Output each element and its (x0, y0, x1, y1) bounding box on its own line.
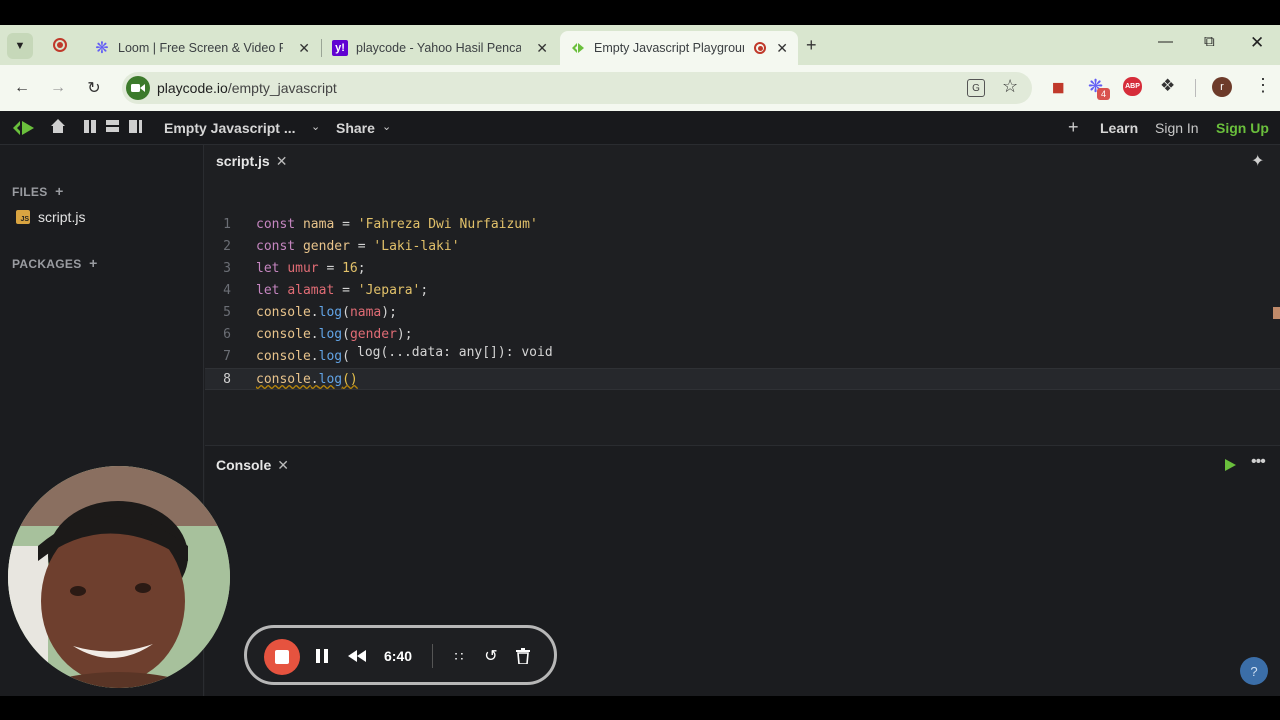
webcam-person-image (8, 466, 230, 688)
grid-dots-icon[interactable]: ∷ (447, 644, 471, 668)
restore-icon[interactable]: ⧉ (1204, 33, 1215, 50)
close-icon[interactable]: ✕ (776, 40, 788, 57)
tab-strip: ▼ ❋ Loom | Free Screen & Video Re ✕ y! p… (0, 25, 1280, 65)
code-text: const gender = 'Laki-laki' (256, 239, 460, 254)
rewind-icon[interactable] (345, 644, 369, 668)
ai-sparkle-icon[interactable]: ✦ (1251, 151, 1264, 171)
code-line: 5 console.log(nama); (205, 302, 1280, 324)
toolbar-divider (1195, 79, 1196, 97)
forward-icon[interactable]: → (47, 77, 69, 99)
recording-time: 6:40 (384, 648, 413, 664)
layout-sidebar-icon[interactable] (129, 120, 142, 133)
sign-up-link[interactable]: Sign Up (1216, 120, 1269, 136)
minimize-icon[interactable]: — (1158, 33, 1173, 50)
chevron-down-icon: ▼ (14, 40, 26, 52)
close-window-icon[interactable]: ✕ (1250, 33, 1264, 53)
loom-icon: ❋ (95, 40, 109, 57)
code-text: console.log( (256, 349, 350, 364)
menu-kebab-icon[interactable]: ⋮ (1254, 75, 1272, 96)
code-line: 1 const nama = 'Fahreza Dwi Nurfaizum' (205, 214, 1280, 236)
close-icon[interactable]: ✕ (298, 40, 310, 57)
tab-playcode[interactable]: Empty Javascript Playgroun ✕ (560, 31, 798, 65)
code-text: let alamat = 'Jepara'; (256, 283, 429, 298)
add-file-icon[interactable]: + (55, 183, 63, 199)
run-play-icon[interactable] (1224, 458, 1237, 477)
editor-tab[interactable]: script.js ✕ (216, 153, 287, 170)
more-options-icon[interactable]: ••• (1251, 453, 1266, 471)
restart-icon[interactable]: ↺ (479, 644, 503, 668)
layout-split-icon[interactable] (84, 120, 96, 133)
recording-controls: 6:40 ∷ ↺ (244, 625, 557, 685)
recorder-divider (432, 644, 433, 668)
recording-indicator-icon (754, 42, 766, 54)
tab-loom[interactable]: ❋ Loom | Free Screen & Video Re ✕ (84, 31, 320, 65)
browser-window: ▼ ❋ Loom | Free Screen & Video Re ✕ y! p… (0, 25, 1280, 696)
new-tab-button[interactable]: + (806, 35, 817, 56)
code-line: 3 let umur = 16; (205, 258, 1280, 280)
add-icon[interactable]: + (1068, 117, 1079, 138)
chevron-down-icon[interactable]: ⌄ (311, 120, 320, 133)
address-bar[interactable]: playcode.io/empty_javascript G ☆ (122, 72, 1032, 104)
webcam-bubble[interactable] (8, 466, 230, 688)
code-editor[interactable]: script.js ✕ ✦ 1 const nama = 'Fahreza Dwi … (205, 145, 1280, 445)
code-line-current: 8 console.log() (205, 368, 1280, 390)
back-icon[interactable]: ← (11, 77, 33, 99)
browser-toolbar: ← → ↻ playcode.io/empty_javascript G ☆ ◼… (0, 65, 1280, 111)
bookmark-star-icon[interactable]: ☆ (1002, 76, 1018, 97)
help-button[interactable]: ? (1240, 657, 1268, 685)
close-icon[interactable]: ✕ (277, 457, 289, 473)
chevron-down-icon[interactable]: ⌄ (382, 120, 391, 133)
reload-icon[interactable]: ↻ (83, 77, 105, 99)
adblock-icon[interactable]: ABP (1123, 77, 1142, 96)
layout-stack-icon[interactable] (106, 120, 119, 132)
stop-recording-button[interactable] (264, 639, 300, 675)
learn-link[interactable]: Learn (1100, 120, 1138, 136)
playcode-logo-icon[interactable] (12, 119, 36, 142)
playcode-icon (570, 40, 586, 56)
recording-tab-icon[interactable] (53, 38, 67, 52)
extension-badge: 4 (1097, 88, 1110, 100)
packages-heading: PACKAGES + (12, 255, 98, 271)
signature-tooltip: log(...data: any[]): void (353, 342, 557, 364)
close-icon[interactable]: ✕ (536, 40, 548, 57)
javascript-file-icon: JS (16, 210, 30, 224)
code-text: console.log() (256, 372, 358, 387)
code-text: let umur = 16; (256, 261, 366, 276)
minimap-marker (1273, 307, 1280, 319)
trash-icon[interactable] (511, 644, 535, 668)
extensions-puzzle-icon[interactable]: ❖ (1160, 76, 1175, 96)
playcode-header: Empty Javascript ... ⌄ Share ⌄ + Learn S… (0, 111, 1280, 145)
video-camera-icon[interactable] (126, 76, 150, 100)
tab-yahoo[interactable]: y! playcode - Yahoo Hasil Pencaria ✕ (322, 31, 558, 65)
code-line: 2 const gender = 'Laki-laki' (205, 236, 1280, 258)
code-line: 4 let alamat = 'Jepara'; (205, 280, 1280, 302)
home-icon[interactable] (50, 118, 66, 139)
translate-icon[interactable]: G (967, 79, 985, 97)
code-text: const nama = 'Fahreza Dwi Nurfaizum' (256, 217, 538, 232)
yahoo-icon: y! (332, 40, 348, 56)
close-icon[interactable]: ✕ (276, 153, 288, 169)
sign-in-link[interactable]: Sign In (1155, 120, 1199, 136)
share-button[interactable]: Share (336, 120, 375, 136)
tab-search-button[interactable]: ▼ (7, 33, 33, 59)
console-tab[interactable]: Console ✕ (216, 457, 289, 474)
files-heading: FILES + (12, 183, 64, 199)
url-text: playcode.io/empty_javascript (157, 80, 337, 96)
project-title[interactable]: Empty Javascript ... (164, 120, 296, 136)
profile-avatar[interactable]: r (1212, 77, 1232, 97)
code-text: console.log(nama); (256, 305, 397, 320)
add-package-icon[interactable]: + (89, 255, 97, 271)
file-item-script[interactable]: JS script.js (16, 209, 85, 225)
shield-extension-icon[interactable]: ◼ (1052, 78, 1068, 96)
pause-icon[interactable] (310, 644, 334, 668)
video-frame: ▼ ❋ Loom | Free Screen & Video Re ✕ y! p… (0, 0, 1280, 720)
